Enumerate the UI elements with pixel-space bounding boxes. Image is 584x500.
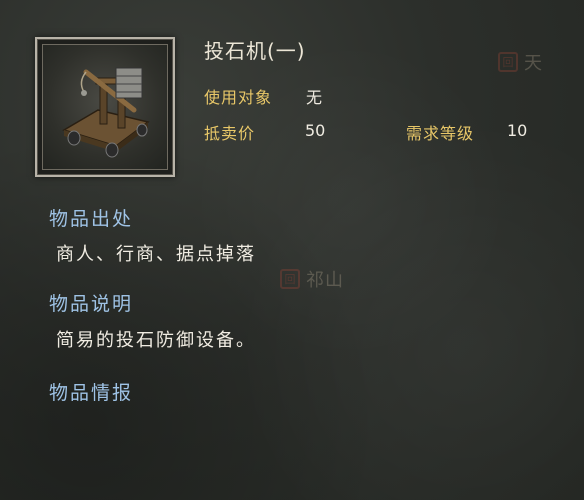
level-label: 需求等级 [406,124,475,143]
level-value: 10 [507,121,528,140]
price-label: 抵卖价 [204,124,256,143]
item-name: 投石机(一) [204,39,306,63]
item-icon-frame [35,37,175,177]
seal-icon: 回 [498,52,518,72]
description-text: 简易的投石防御设备。 [56,330,256,351]
map-location-marker: 回 天 [498,49,543,75]
source-heading: 物品出处 [49,208,134,230]
seal-icon: 回 [280,269,300,289]
target-value: 无 [306,88,323,107]
map-location-marker: 回 祁山 [280,266,344,292]
source-text: 商人、行商、据点掉落 [56,244,256,265]
map-location-label: 天 [524,53,543,74]
map-location-label: 祁山 [306,270,344,291]
target-label: 使用对象 [204,88,273,107]
description-heading: 物品说明 [49,293,134,315]
catapult-icon [42,44,168,170]
intel-heading: 物品情报 [49,382,134,404]
price-value: 50 [305,121,326,140]
